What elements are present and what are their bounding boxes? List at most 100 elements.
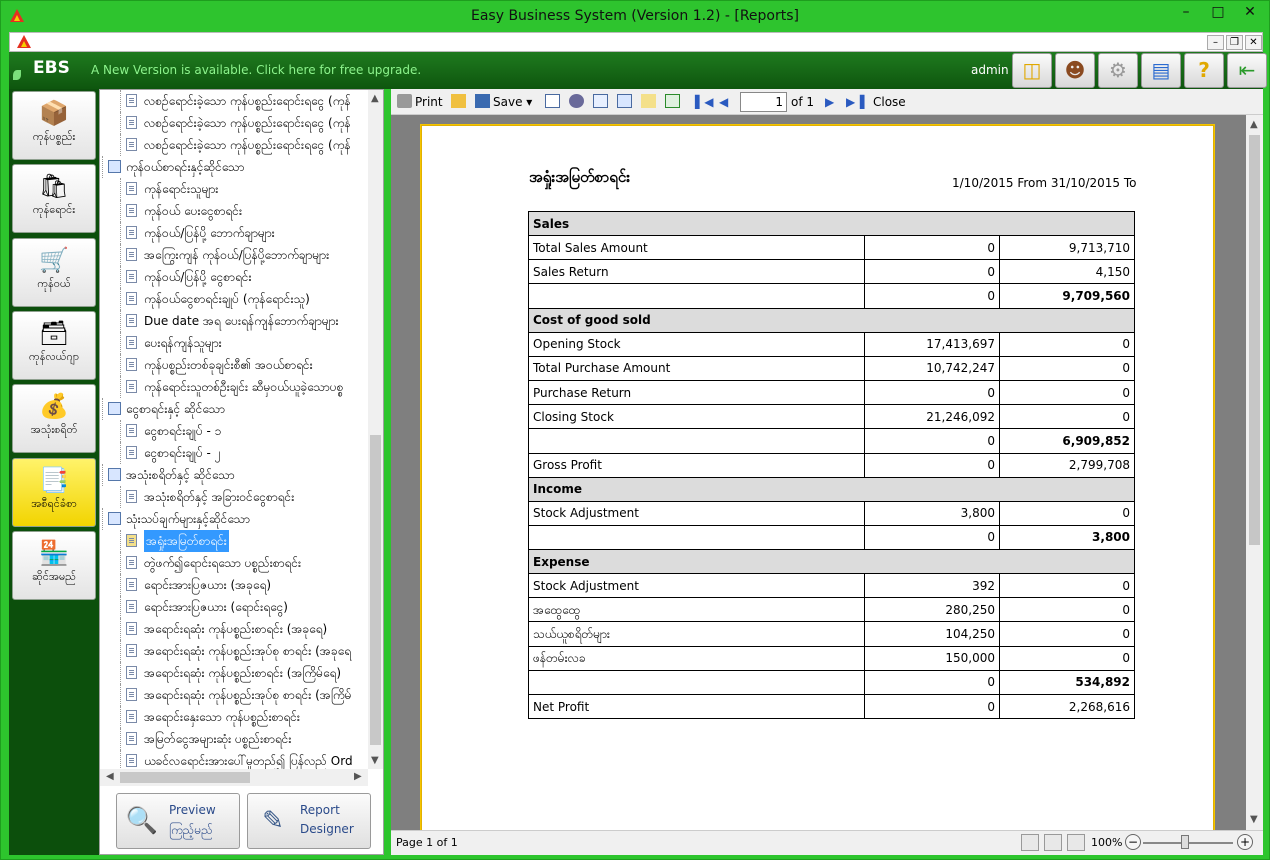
tree-line [120,244,121,266]
database-icon[interactable]: ◫ [1012,53,1052,88]
tree-horizontal-scrollbar[interactable]: ◀ ▶ [100,769,368,786]
row-label [528,524,865,551]
shopping-bag-icon: 🛍 [38,172,70,201]
viewer-scroll-down-icon[interactable]: ▼ [1250,813,1258,827]
mdi-close-button[interactable]: ✕ [1245,35,1262,50]
print-button[interactable]: Print [397,94,443,110]
hscroll-thumb[interactable] [120,772,250,783]
row-label: Stock Adjustment [528,500,865,526]
tree-item-label: အသုံးစရိတ်နှင့် အခြားဝင်ငွေစာရင်း [144,490,295,504]
tree-vertical-scrollbar[interactable]: ▲ ▼ [368,90,383,769]
mdi-restore-button[interactable]: ❐ [1226,35,1243,50]
nav-item-0[interactable]: 📦 ကုန်ပစ္စည်း [12,91,96,160]
report-doc-icon [126,380,137,393]
cash-register-icon: 💰 [39,392,69,421]
scroll-left-icon[interactable]: ◀ [106,770,114,784]
viewer-vertical-scrollbar[interactable]: ▲ ▼ [1246,115,1263,830]
nav-item-3[interactable]: 🗃 ကုန်လယ်ဂျာ [12,310,96,380]
maximize-button[interactable]: □ [1201,1,1235,23]
row-amount: 104,250 [864,621,1000,647]
nav-item-2[interactable]: 🛒 ကုန်ဝယ် [12,237,96,307]
edit-button[interactable] [641,94,659,110]
reports-icon: 📑 [39,465,69,494]
viewer-scroll-up-icon[interactable]: ▲ [1250,118,1258,132]
report-tree: လစဉ်ရောင်းခဲ့သော ကုန်ပစ္စည်းရောင်းရငွေ (… [100,90,368,769]
row-amount: 0 [864,428,1000,454]
section-title: Cost of good sold [528,307,1135,333]
last-page-icon[interactable]: ▶▐ [846,94,864,110]
page-setup-button[interactable] [593,94,611,110]
close-report-button[interactable]: Close [873,94,906,110]
tree-item-label: အရောင်းနှေးသော ကုန်ပစ္စည်းစာရင်း [144,710,300,724]
report-doc-icon [126,424,137,437]
row-amount: 10,742,247 [864,355,1000,381]
close-window-button[interactable]: ✕ [1233,1,1267,23]
zoom-button[interactable] [617,94,635,110]
nav-item-4[interactable]: 💰 အသုံးစရိတ် [12,384,96,454]
email-button[interactable] [545,94,563,110]
exit-icon[interactable]: ⇤ [1227,53,1267,88]
first-page-icon[interactable]: ▌◀ [695,94,713,110]
previous-page-icon[interactable]: ◀ [719,94,728,110]
multi-page-view-icon[interactable] [1067,834,1085,851]
nav-item-5[interactable]: 📑 အစီရင်ခံစာ [12,457,96,527]
user-icon[interactable]: ☻ [1055,53,1095,88]
report-row: 0 9,709,560 [528,283,1135,309]
mdi-child-bar: – ❐ ✕ [9,32,1263,52]
report-doc-icon [126,248,137,261]
report-doc-icon [126,688,137,701]
tree-line [120,310,121,332]
report-doc-icon [126,490,137,503]
gear-icon[interactable]: ⚙ [1098,53,1138,88]
scroll-thumb[interactable] [370,435,381,745]
report-doc-icon [126,226,137,239]
report-row: Purchase Return 0 0 [528,379,1135,406]
zoom-in-icon[interactable]: + [1237,834,1253,850]
title-bar[interactable]: Easy Business System (Version 1.2) - [Re… [1,1,1269,32]
zoom-out-icon[interactable]: − [1125,834,1141,850]
preview-label: Preview [169,803,216,817]
tree-item-label: ငွေစာရင်းနှင့် ဆိုင်သော [126,402,225,416]
viewer-scroll-thumb[interactable] [1249,135,1260,545]
next-page-icon[interactable]: ▶ [825,94,834,110]
open-button[interactable] [451,94,469,110]
row-total: 0 [999,500,1135,526]
scroll-up-icon[interactable]: ▲ [371,92,379,106]
report-date-range: 1/10/2015 From 31/10/2015 To [952,176,1137,190]
row-label: Sales Return [528,259,865,285]
nav-item-1[interactable]: 🛍 ကုန်ရောင်း [12,164,96,234]
shop-icon: 🏪 [39,538,69,567]
help-icon[interactable]: ? [1184,53,1224,88]
tree-item-label: လစဉ်ရောင်းခဲ့သော ကုန်ပစ္စည်းရောင်းရငွေ (… [144,116,351,130]
report-designer-button[interactable]: ✎ Report Designer [247,793,371,849]
section-title: Expense [528,549,1135,575]
single-page-view-icon[interactable] [1021,834,1039,851]
scroll-down-icon[interactable]: ▼ [371,754,379,768]
zoom-slider-handle[interactable] [1181,835,1189,849]
upgrade-link[interactable]: A New Version is available. Click here f… [91,63,421,77]
page-width-view-icon[interactable] [1044,834,1062,851]
mdi-minimize-button[interactable]: – [1207,35,1224,50]
app-logo-text: EBS [33,58,70,78]
nav-item-6[interactable]: 🏪 ဆိုင်အမည် [12,530,96,600]
row-label: Purchase Return [528,379,865,406]
mdi-app-icon [16,34,32,50]
find-button[interactable] [569,94,587,110]
tree-item-label: ကုန်ဝယ် ပေးငွေစာရင်း [144,204,243,218]
minimize-button[interactable]: – [1169,1,1203,23]
chart-icon[interactable]: ▤ [1141,53,1181,88]
window-title: Easy Business System (Version 1.2) - [Re… [471,8,799,24]
preview-button[interactable]: 🔍 Preview ကြည့်မည် [116,793,240,849]
row-total: 4,150 [999,259,1135,285]
page-number-input[interactable]: 1 [740,92,787,112]
save-button[interactable]: Save ▾ [475,94,532,110]
report-row: 0 6,909,852 [528,428,1135,454]
tree-line [120,354,121,376]
row-label: သယ်ယူစရိတ်များ [528,621,865,647]
tree-line [120,552,121,574]
scroll-right-icon[interactable]: ▶ [354,770,362,784]
tree-line [120,618,121,640]
row-label: Gross Profit [528,452,865,478]
row-total: 0 [999,379,1135,406]
export-button[interactable] [665,94,683,110]
